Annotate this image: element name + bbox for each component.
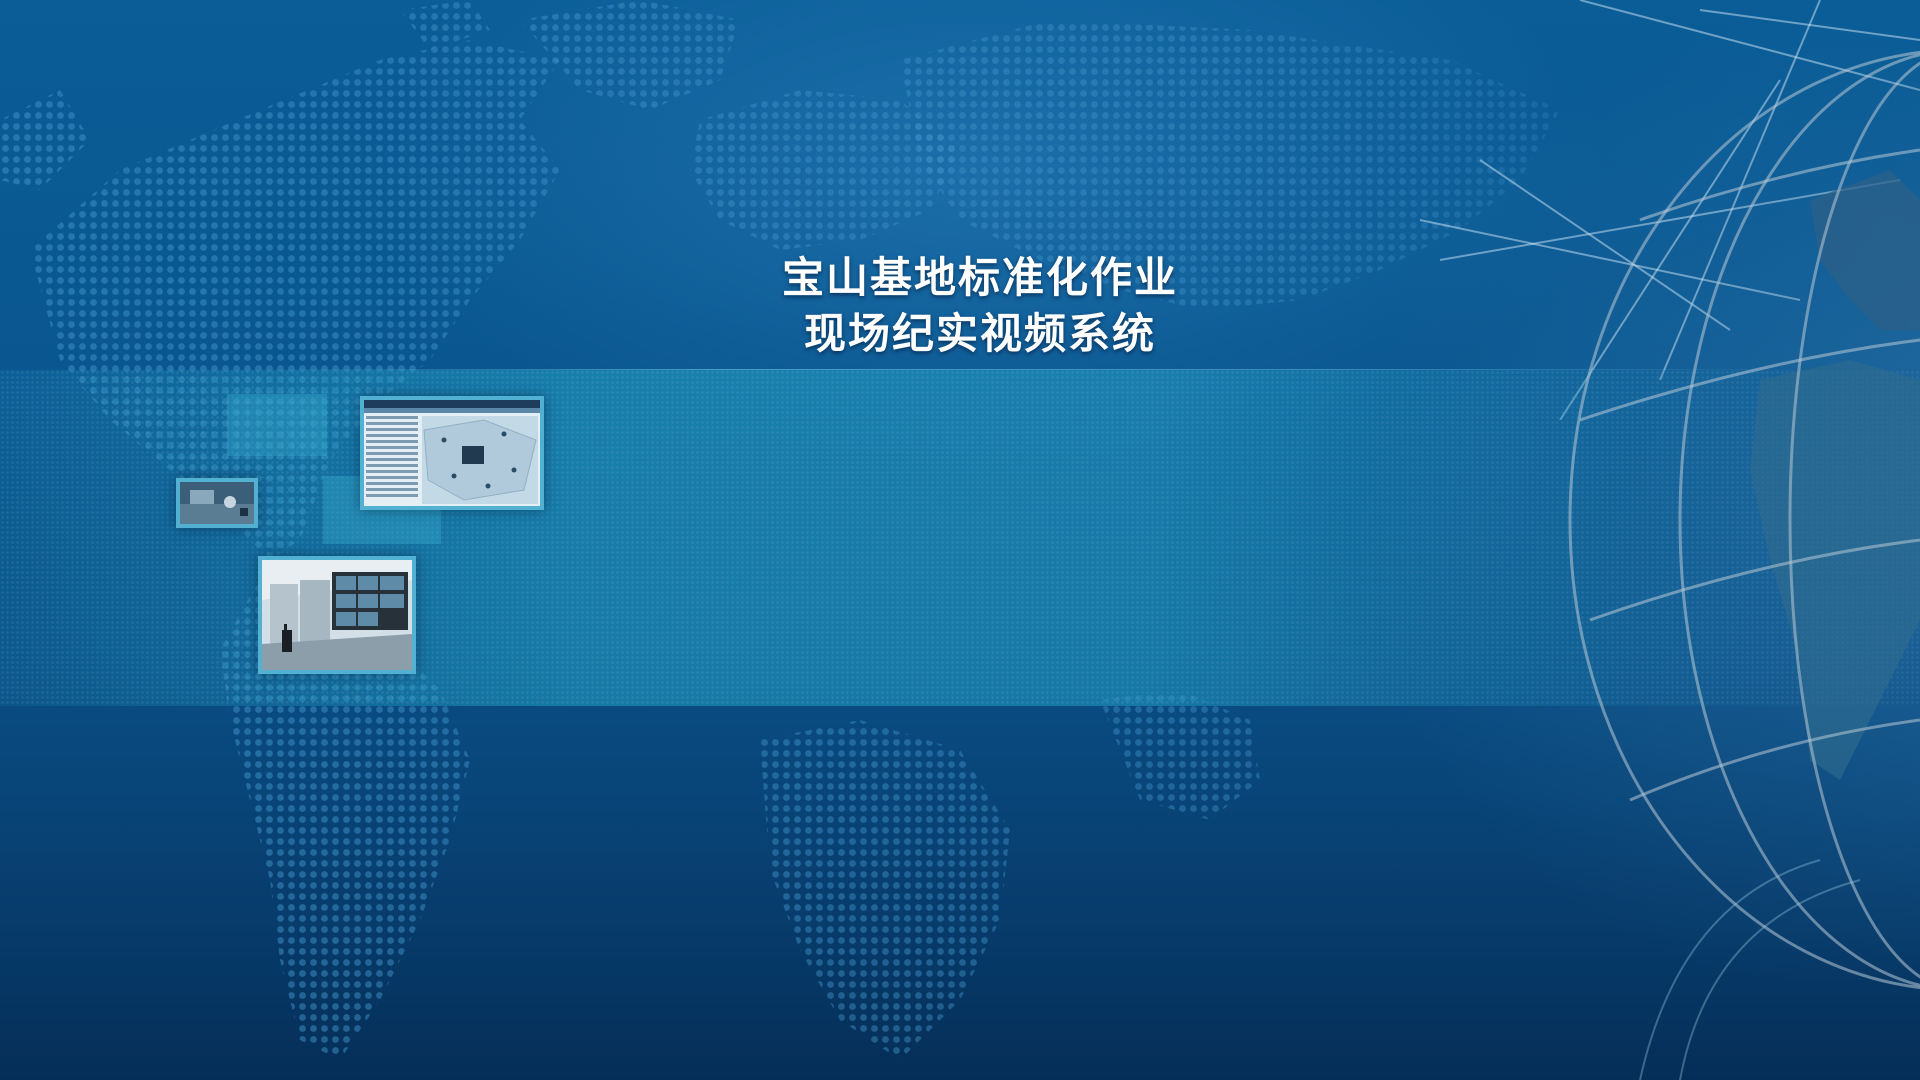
control-room-thumbnail (258, 556, 416, 674)
title-line-2: 现场纪实视频系统 (803, 309, 1156, 358)
decor-tile-top (227, 394, 327, 456)
slide-background: 宝山基地标准化作业 现场纪实视频系统 (0, 0, 1920, 1080)
title-line-1: 宝山基地标准化作业 (781, 253, 1178, 302)
surveillance-camera-thumbnail (176, 478, 258, 528)
software-ui-preview (364, 400, 540, 506)
page-title: 宝山基地标准化作业 现场纪实视频系统 (660, 250, 1300, 362)
software-screenshot-thumbnail (360, 396, 544, 510)
globe-wireframe (1568, 51, 1920, 1080)
control-room-preview (262, 560, 412, 670)
camera-view-preview (180, 482, 254, 524)
